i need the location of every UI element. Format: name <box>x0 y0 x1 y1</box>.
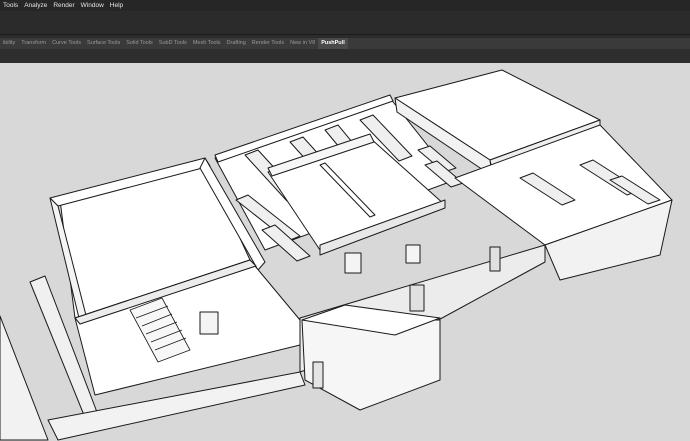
toolbar-tabs: ibility Transform Curve Tools Surface To… <box>0 38 690 49</box>
toolbar-panel <box>0 49 690 63</box>
menu-render[interactable]: Render <box>50 0 77 11</box>
tab-surface-tools[interactable]: Surface Tools <box>84 38 123 49</box>
ground-wall-left <box>0 315 49 441</box>
tab-new-in-v8[interactable]: New in V8 <box>287 38 318 49</box>
menu-tools[interactable]: Tools <box>0 0 21 11</box>
tab-transform[interactable]: Transform <box>18 38 49 49</box>
tab-pushpull[interactable]: PushPull <box>318 38 348 49</box>
toolbar-divider <box>0 34 690 35</box>
door-3 <box>405 244 421 264</box>
door-5 <box>489 246 501 272</box>
menu-help[interactable]: Help <box>107 0 126 11</box>
tab-render-tools[interactable]: Render Tools <box>249 38 287 49</box>
tab-mesh-tools[interactable]: Mesh Tools <box>190 38 224 49</box>
menu-bar: Tools Analyze Render Window Help <box>0 0 690 11</box>
door-4 <box>409 284 425 312</box>
menu-window[interactable]: Window <box>78 0 107 11</box>
tab-subd-tools[interactable]: SubD Tools <box>156 38 190 49</box>
door-2 <box>344 252 362 274</box>
tab-curve-tools[interactable]: Curve Tools <box>49 38 84 49</box>
perspective-viewport[interactable] <box>0 63 690 441</box>
building-model <box>0 69 673 441</box>
tab-solid-tools[interactable]: Solid Tools <box>123 38 156 49</box>
menu-analyze[interactable]: Analyze <box>21 0 50 11</box>
tab-drafting[interactable]: Drafting <box>224 38 249 49</box>
door-6 <box>312 361 324 389</box>
door-1 <box>199 311 219 335</box>
tab-visibility[interactable]: ibility <box>0 38 18 49</box>
